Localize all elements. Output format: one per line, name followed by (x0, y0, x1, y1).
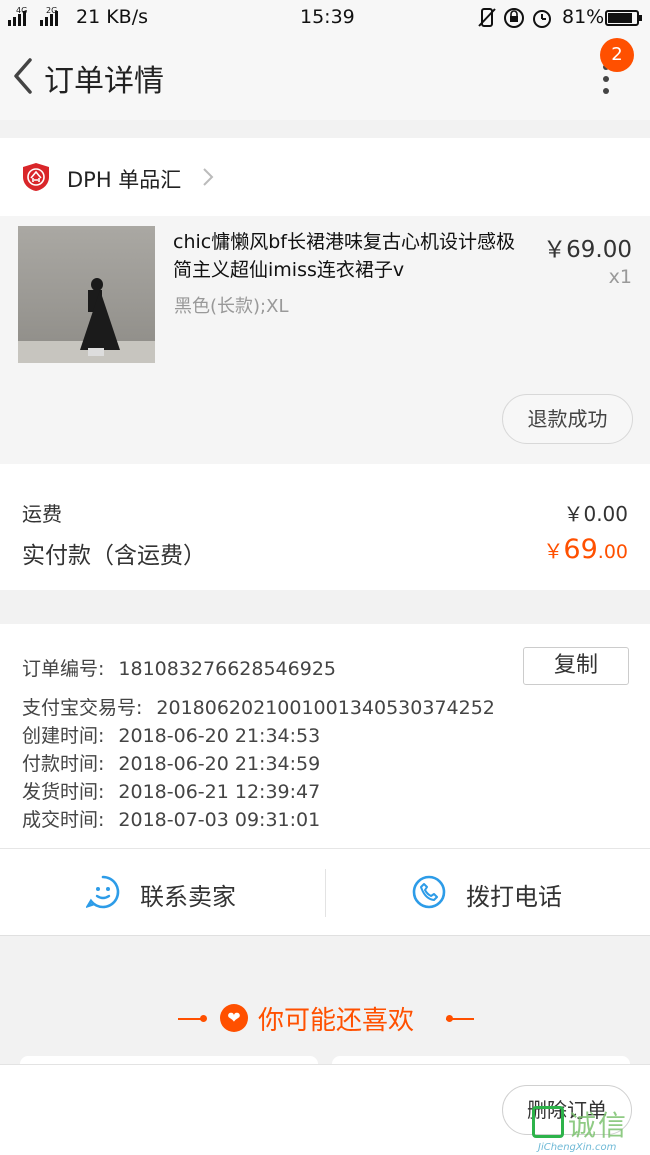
shipping-value: ￥0.00 (563, 502, 628, 526)
network-speed: 21 KB/s (76, 6, 149, 28)
heart-icon: ❤ (220, 1004, 248, 1032)
product-thumbnail[interactable] (18, 226, 155, 363)
order-number-row: 订单编号: 181083276628546925 (22, 654, 336, 681)
info-value: 2018-06-20 21:34:59 (118, 753, 321, 775)
page-title: 订单详情 (44, 64, 164, 99)
copy-button[interactable]: 复制 (523, 647, 629, 685)
order-totals: 运费 ￥0.00 实付款（含运费） ￥69.00 (0, 464, 650, 590)
alipay-trade-row: 支付宝交易号: 2018062021001001340530374252 (22, 693, 495, 720)
created-time-row: 创建时间: 2018-06-20 21:34:53 (22, 721, 320, 748)
info-label: 付款时间: (22, 753, 105, 775)
contact-seller-button[interactable]: 联系卖家 (0, 849, 325, 937)
paid-decimal: .00 (597, 541, 628, 563)
app-header: 订单详情 2 (0, 36, 650, 120)
product-spec: 黑色(长款);XL (174, 296, 289, 317)
enterprise-shop-icon (23, 163, 49, 191)
info-label: 发货时间: (22, 781, 105, 803)
battery-icon (605, 10, 642, 26)
decor-line (446, 1018, 474, 1020)
info-label: 创建时间: (22, 725, 105, 747)
clock: 15:39 (300, 6, 355, 28)
paid-integer: 69 (563, 534, 598, 565)
completed-time-row: 成交时间: 2018-07-03 09:31:01 (22, 805, 320, 832)
phone-icon (412, 875, 446, 909)
notification-badge[interactable]: 2 (600, 38, 634, 72)
shipping-label: 运费 (22, 502, 62, 526)
signal-bars-icon: 4G 2G (8, 6, 58, 26)
product-card[interactable]: chic慵懒风bf长裙港味复古心机设计感极简主义超仙imiss连衣裙子v 黑色(… (0, 216, 650, 464)
paid-currency: ￥ (543, 539, 564, 563)
alarm-icon (533, 10, 551, 28)
recommend-title: 你可能还喜欢 (258, 1006, 415, 1036)
contact-bar: 联系卖家 拨打电话 (0, 848, 650, 936)
paid-time-row: 付款时间: 2018-06-20 21:34:59 (22, 749, 320, 776)
contact-seller-label: 联系卖家 (140, 883, 236, 911)
product-quantity: x1 (608, 266, 632, 288)
site-watermark: 诚信 JiChengXin.com (532, 1102, 650, 1155)
info-label: 支付宝交易号: (22, 697, 143, 719)
call-phone-label: 拨打电话 (466, 883, 562, 911)
decor-dot (200, 1015, 207, 1022)
info-value: 2018-06-20 21:34:53 (118, 725, 321, 747)
status-bar: 4G 2G 21 KB/s 15:39 81% (0, 0, 650, 36)
shop-row[interactable]: DPH 单品汇 (0, 138, 650, 216)
call-phone-button[interactable]: 拨打电话 (326, 849, 650, 937)
lock-rotation-icon (504, 8, 524, 28)
order-info: 订单编号: 181083276628546925 复制 支付宝交易号: 201806… (0, 624, 650, 848)
watermark-text: 诚信 (568, 1109, 629, 1142)
paid-amount-value: ￥69.00 (543, 534, 628, 565)
info-label: 订单编号: (22, 658, 105, 680)
info-value: 2018-07-03 09:31:01 (118, 809, 321, 831)
shop-name[interactable]: DPH 单品汇 (67, 164, 181, 194)
order-detail-page: 4G 2G 21 KB/s 15:39 81% 订单详情 2 DPH 单品汇 c… (0, 0, 650, 1155)
status-icons (478, 6, 556, 35)
paid-amount-label: 实付款（含运费） (22, 543, 206, 569)
battery-percent: 81% (562, 6, 605, 28)
watermark-logo-icon (532, 1106, 564, 1138)
refund-status-button[interactable]: 退款成功 (502, 394, 633, 444)
vibrate-icon (478, 8, 496, 27)
info-value: 181083276628546925 (118, 658, 336, 680)
chat-face-icon (86, 875, 120, 909)
info-value: 2018-06-21 12:39:47 (118, 781, 321, 803)
product-title[interactable]: chic慵懒风bf长裙港味复古心机设计感极简主义超仙imiss连衣裙子v (173, 228, 523, 284)
chevron-right-icon (203, 168, 214, 186)
signal-indicator: 4G 2G (6, 4, 70, 30)
back-arrow-icon[interactable] (10, 56, 40, 96)
recommend-header: ❤ 你可能还喜欢 (0, 990, 650, 1060)
info-label: 成交时间: (22, 809, 105, 831)
shipped-time-row: 发货时间: 2018-06-21 12:39:47 (22, 777, 320, 804)
watermark-url: JiChengXin.com (538, 1142, 617, 1153)
product-price: ￥69.00 (543, 237, 632, 263)
info-value: 2018062021001001340530374252 (156, 697, 495, 719)
